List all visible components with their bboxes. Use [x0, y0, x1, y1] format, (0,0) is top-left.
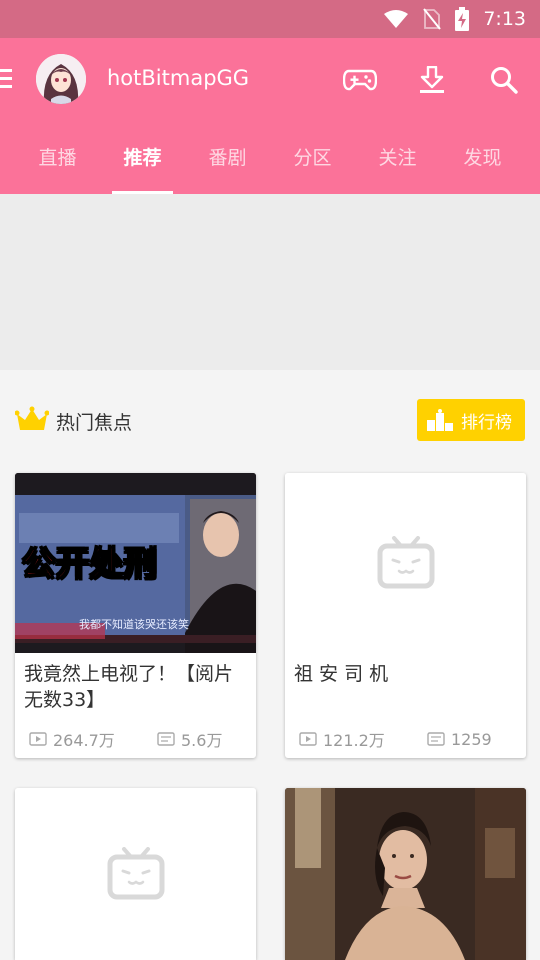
- video-title: 祖 安 司 机: [294, 663, 389, 685]
- video-card[interactable]: [15, 788, 256, 960]
- wifi-icon: [384, 10, 409, 28]
- no-sim-icon: [423, 8, 442, 30]
- video-thumbnail: [285, 788, 526, 960]
- tab-discover[interactable]: 发现: [440, 138, 525, 194]
- download-button[interactable]: [412, 62, 452, 98]
- status-bar: 7:13: [0, 0, 540, 38]
- crown-icon: [15, 406, 49, 430]
- play-count: 121.2万: [323, 731, 385, 750]
- play-count: 264.7万: [53, 731, 115, 750]
- tab-follow[interactable]: 关注: [355, 138, 440, 194]
- danmaku-icon: [157, 732, 175, 746]
- podium-icon: [427, 409, 453, 431]
- username[interactable]: hotBitmapGG: [107, 66, 249, 90]
- app-bar: hotBitmapGG 直播 推荐 番剧 分区 关注 发现: [0, 38, 540, 194]
- video-card[interactable]: 祖 安 司 机 121.2万 1259: [285, 473, 526, 758]
- tab-recommend[interactable]: 推荐: [100, 138, 185, 194]
- tab-bar: 直播 推荐 番剧 分区 关注 发现: [0, 138, 540, 194]
- thumbnail-overlay-text: 公开处刑: [21, 543, 158, 584]
- ranking-button-label: 排行榜: [461, 412, 512, 433]
- thumbnail-subtitle: 我都不知道该哭还该笑: [79, 618, 189, 631]
- danmaku-count: 5.6万: [181, 731, 223, 750]
- bilibili-tv-icon: [377, 536, 434, 589]
- search-icon: [491, 67, 518, 94]
- tab-region[interactable]: 分区: [270, 138, 355, 194]
- video-stats: 264.7万 5.6万: [29, 727, 248, 751]
- play-count-icon: [299, 732, 317, 746]
- avatar[interactable]: [36, 54, 86, 104]
- video-stats: 121.2万 1259: [299, 727, 518, 751]
- danmaku-icon: [427, 732, 445, 746]
- tab-bangumi[interactable]: 番剧: [185, 138, 270, 194]
- section-header: 热门焦点 排行榜: [0, 398, 540, 442]
- avatar-image: [36, 54, 86, 104]
- battery-charging-icon: [455, 7, 470, 31]
- play-count-icon: [29, 732, 47, 746]
- bilibili-tv-icon: [107, 847, 164, 900]
- movie-still-image: [285, 788, 526, 960]
- clock: 7:13: [483, 8, 526, 30]
- video-thumbnail: 公开处刑 我都不知道该哭还该笑: [15, 473, 256, 653]
- menu-icon[interactable]: [0, 67, 14, 91]
- tab-live[interactable]: 直播: [15, 138, 100, 194]
- banner-area[interactable]: [0, 194, 540, 370]
- section-title: 热门焦点: [56, 412, 133, 434]
- download-icon: [420, 66, 444, 93]
- gamepad-icon: [343, 69, 377, 91]
- video-thumbnail-placeholder: [15, 788, 256, 960]
- search-button[interactable]: [484, 62, 524, 98]
- video-title: 我竟然上电视了！【阅片无数33】: [24, 663, 234, 711]
- game-center-button[interactable]: [340, 62, 380, 98]
- ranking-button[interactable]: 排行榜: [417, 399, 525, 441]
- video-card[interactable]: 公开处刑 我都不知道该哭还该笑 我竟然上电视了！【阅片无数33】 264.7万 …: [15, 473, 256, 758]
- video-card[interactable]: [285, 788, 526, 960]
- video-thumbnail-placeholder: [285, 473, 526, 653]
- danmaku-count: 1259: [451, 729, 492, 749]
